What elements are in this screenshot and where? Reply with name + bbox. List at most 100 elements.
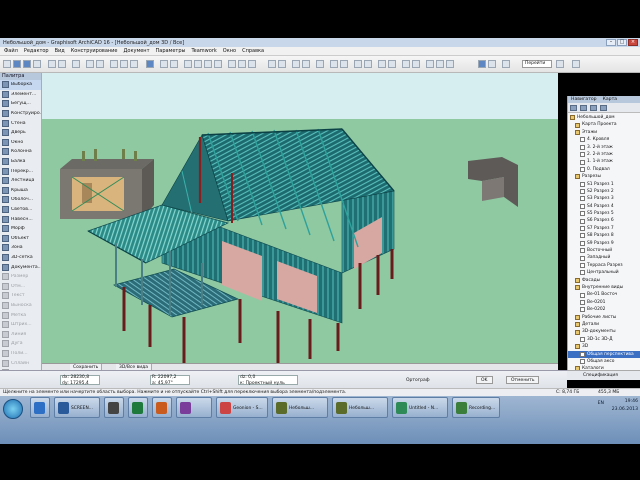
menu-design[interactable]: Конструирование bbox=[71, 48, 118, 54]
tool-item[interactable]: Документа... bbox=[0, 262, 41, 272]
tool-item[interactable]: Светов... bbox=[0, 205, 41, 215]
clock-date[interactable]: 23.06.2013 bbox=[612, 406, 638, 414]
tool-item[interactable]: Бегущ... bbox=[0, 99, 41, 109]
navigator-item[interactable]: Разрезы bbox=[568, 173, 640, 180]
snap-icon[interactable] bbox=[146, 60, 154, 68]
navigator-item[interactable]: Небольшой_дом bbox=[568, 114, 640, 121]
taskbar-app-2[interactable] bbox=[128, 397, 148, 418]
navigator-item[interactable]: S2 Разрез 2 bbox=[568, 188, 640, 195]
tool-item[interactable]: Сплайн bbox=[0, 358, 41, 368]
tool-item[interactable]: Метка bbox=[0, 310, 41, 320]
walk-icon[interactable] bbox=[412, 60, 420, 68]
tool-item[interactable]: Балка bbox=[0, 157, 41, 167]
tool-item[interactable]: Окно bbox=[0, 138, 41, 148]
navigator-item[interactable]: S9 Разрез 9 bbox=[568, 240, 640, 247]
navigator-item[interactable]: 3. 2-й этаж bbox=[568, 144, 640, 151]
menu-view[interactable]: Вид bbox=[55, 48, 65, 54]
navigator-item[interactable]: Общая перспектива bbox=[568, 350, 640, 358]
marquee-icon[interactable] bbox=[72, 60, 80, 68]
undo-icon[interactable] bbox=[86, 60, 94, 68]
publisher-icon[interactable] bbox=[600, 105, 607, 111]
wireframe-icon[interactable] bbox=[446, 60, 454, 68]
navigator-item[interactable]: 1. 1-й этаж bbox=[568, 158, 640, 165]
tool-item[interactable]: Текст bbox=[0, 291, 41, 301]
view-map-icon[interactable] bbox=[580, 105, 587, 111]
pick-icon[interactable] bbox=[48, 60, 56, 68]
layers-icon[interactable] bbox=[268, 60, 276, 68]
tool-item[interactable]: Выборка bbox=[0, 80, 41, 90]
redo-icon[interactable] bbox=[96, 60, 104, 68]
project-map-icon[interactable] bbox=[570, 105, 577, 111]
navigator-item[interactable]: 3D-документы bbox=[568, 328, 640, 335]
navigator-item[interactable]: Внутренние виды bbox=[568, 284, 640, 291]
taskbar-app-1[interactable] bbox=[104, 397, 124, 418]
group-icon[interactable] bbox=[292, 60, 300, 68]
3d-scene[interactable] bbox=[42, 73, 558, 363]
tool-item[interactable]: Поли... bbox=[0, 349, 41, 359]
shading-icon[interactable] bbox=[436, 60, 444, 68]
tool-item[interactable]: Отм... bbox=[0, 281, 41, 291]
ungroup-icon[interactable] bbox=[302, 60, 310, 68]
display-order-icon[interactable] bbox=[278, 60, 286, 68]
navigator-item[interactable]: Восточный bbox=[568, 247, 640, 254]
intersect-icon[interactable] bbox=[228, 60, 236, 68]
language-indicator[interactable]: EN bbox=[598, 401, 604, 406]
guide-icon[interactable] bbox=[160, 60, 168, 68]
ok-button[interactable]: OK bbox=[476, 376, 493, 384]
navigator-item[interactable]: S7 Разрез 7 bbox=[568, 225, 640, 232]
navigator-item[interactable]: 2. 2-й этаж bbox=[568, 151, 640, 158]
render-icon[interactable] bbox=[426, 60, 434, 68]
elevate-icon[interactable] bbox=[214, 60, 222, 68]
navigator-item[interactable]: 3D-1с 3D-Д bbox=[568, 336, 640, 343]
navigator-icon[interactable] bbox=[556, 60, 564, 68]
tool-item[interactable]: Крыша bbox=[0, 186, 41, 196]
perspective-icon[interactable] bbox=[340, 60, 348, 68]
navigator-item[interactable]: 3D bbox=[568, 343, 640, 350]
layout-book-icon[interactable] bbox=[590, 105, 597, 111]
orbit-icon[interactable] bbox=[402, 60, 410, 68]
pen-icon[interactable] bbox=[120, 60, 128, 68]
taskbar-app-4[interactable] bbox=[176, 397, 212, 418]
tool-item[interactable]: Колонна bbox=[0, 147, 41, 157]
menu-file[interactable]: Файл bbox=[4, 48, 18, 54]
menu-document[interactable]: Документ bbox=[124, 48, 150, 54]
tool-item[interactable]: Дуга bbox=[0, 339, 41, 349]
menu-edit[interactable]: Редактор bbox=[24, 48, 49, 54]
taskbar-archicad-2[interactable]: Небольш... bbox=[332, 397, 388, 418]
navigator-item[interactable]: Центральный bbox=[568, 269, 640, 276]
move-icon[interactable] bbox=[184, 60, 192, 68]
tool-item[interactable]: Элемент... bbox=[0, 90, 41, 100]
navigator-item[interactable]: S4 Разрез 4 bbox=[568, 203, 640, 210]
taskbar-notepad[interactable]: Untitled - N... bbox=[392, 397, 448, 418]
menu-options[interactable]: Параметры bbox=[156, 48, 186, 54]
maximize-button[interactable]: □ bbox=[617, 39, 627, 46]
tool-item[interactable]: Перекр... bbox=[0, 166, 41, 176]
tool-item[interactable]: Морф bbox=[0, 224, 41, 234]
clock-time[interactable]: 19:46 bbox=[612, 398, 638, 406]
taskbar-recording[interactable]: Recording... bbox=[452, 397, 500, 418]
tool-item[interactable]: Выноска bbox=[0, 301, 41, 311]
minimize-button[interactable]: – bbox=[606, 39, 616, 46]
zoom-out-icon[interactable] bbox=[364, 60, 372, 68]
tool-item[interactable]: Навесн... bbox=[0, 214, 41, 224]
print-icon[interactable] bbox=[33, 60, 41, 68]
rotate-icon[interactable] bbox=[194, 60, 202, 68]
pan-icon[interactable] bbox=[388, 60, 396, 68]
grid-icon[interactable] bbox=[130, 60, 138, 68]
navigator-item[interactable]: Be-0201 bbox=[568, 299, 640, 306]
navigator-item[interactable]: Западный bbox=[568, 254, 640, 261]
navigator-item[interactable]: Этажи bbox=[568, 129, 640, 136]
tool-item[interactable]: Зона bbox=[0, 243, 41, 253]
navigator-item[interactable]: 0. Подвал bbox=[568, 166, 640, 173]
close-button[interactable]: × bbox=[628, 39, 638, 46]
navigator-item[interactable]: Фасады bbox=[568, 277, 640, 284]
navigator-item[interactable]: S1 Разрез 1 bbox=[568, 181, 640, 188]
display-icon[interactable] bbox=[478, 60, 486, 68]
3d-view-icon[interactable] bbox=[330, 60, 338, 68]
navigator-footer[interactable]: Спецификация bbox=[567, 370, 640, 380]
new-file-icon[interactable] bbox=[3, 60, 11, 68]
navigator-item[interactable]: Общая аксо bbox=[568, 358, 640, 365]
cancel-button[interactable]: Отменить bbox=[506, 376, 540, 384]
open-icon[interactable] bbox=[13, 60, 21, 68]
zoom-in-icon[interactable] bbox=[354, 60, 362, 68]
